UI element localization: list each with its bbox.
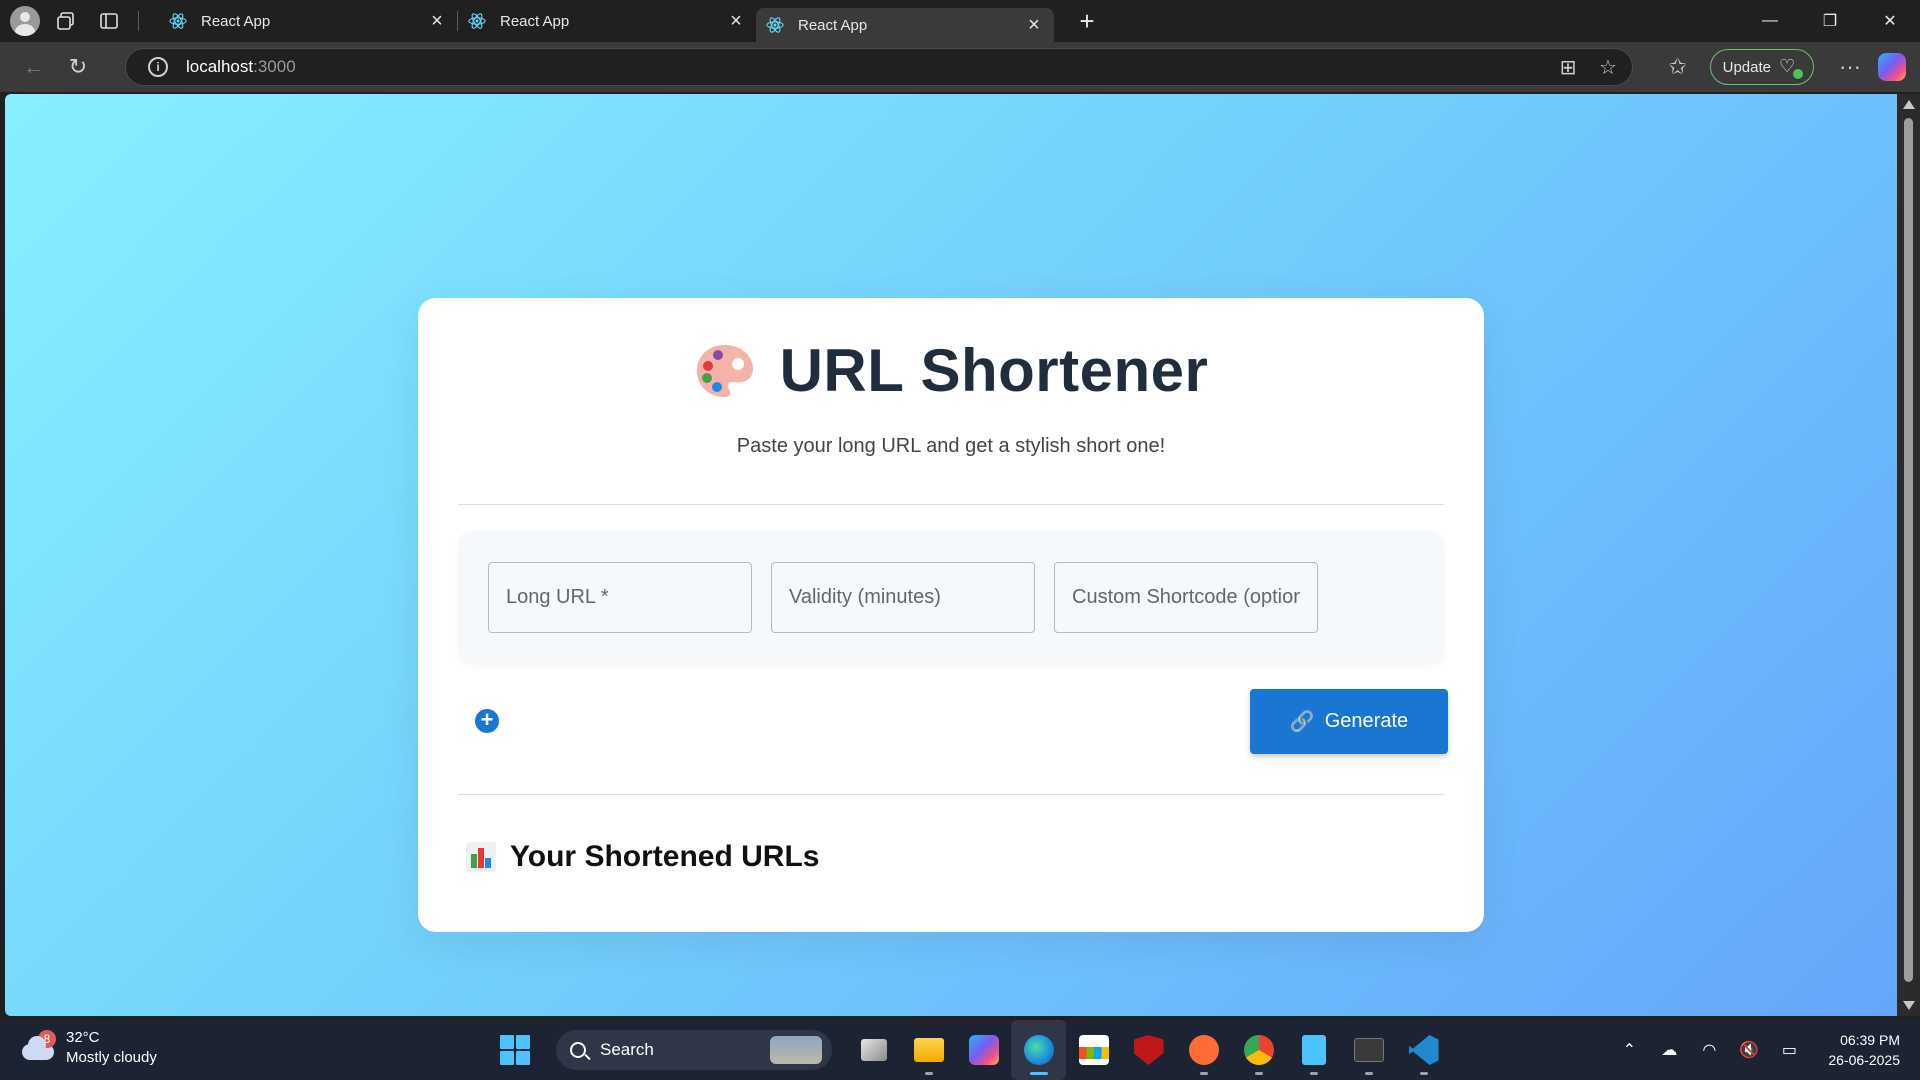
section-title: Your Shortened URLs: [510, 840, 820, 873]
notification-badge: 8: [38, 1030, 56, 1048]
tab-separator: [138, 11, 139, 31]
scroll-down-icon[interactable]: [1903, 1001, 1915, 1010]
update-label: Update: [1722, 58, 1771, 76]
address-host: localhost: [186, 57, 254, 76]
title-row: URL Shortener: [418, 336, 1484, 405]
weather-condition: Mostly cloudy: [66, 1049, 157, 1066]
back-button[interactable]: ←: [14, 47, 54, 87]
more-menu-icon[interactable]: ···: [1830, 47, 1870, 87]
tab-title: React App: [201, 12, 271, 30]
close-window-button[interactable]: ✕: [1860, 0, 1920, 42]
search-highlight-image: [770, 1036, 822, 1064]
mcafee-icon[interactable]: [1121, 1020, 1176, 1080]
page-viewport: URL Shortener Paste your long URL and ge…: [5, 94, 1897, 1016]
postman-icon[interactable]: [1176, 1020, 1231, 1080]
link-icon: 🔗: [1289, 711, 1315, 733]
search-label: Search: [600, 1040, 654, 1059]
profile-button[interactable]: [8, 4, 42, 38]
onedrive-icon[interactable]: ☁: [1654, 1040, 1684, 1060]
close-icon[interactable]: ×: [427, 10, 447, 33]
wifi-icon[interactable]: ◠: [1694, 1040, 1724, 1060]
minimize-button[interactable]: —: [1740, 0, 1800, 42]
taskbar-apps: Search: [500, 1020, 1451, 1080]
system-tray: ⌃ ☁ ◠ 🔇 ▭ 06:39 PM 26-06-2025: [1614, 1020, 1900, 1080]
reload-button[interactable]: ↻: [58, 47, 98, 87]
favorites-icon[interactable]: ✩: [1658, 47, 1698, 87]
scroll-up-icon[interactable]: [1903, 100, 1915, 109]
react-icon: [169, 13, 187, 29]
add-url-button[interactable]: +: [475, 709, 499, 733]
validity-input[interactable]: [771, 562, 1035, 633]
address-bar[interactable]: i localhost:3000 ⊞ ☆: [125, 48, 1633, 86]
long-url-input[interactable]: [488, 562, 752, 633]
clock-date: 26-06-2025: [1828, 1052, 1900, 1068]
copilot-icon[interactable]: [1878, 53, 1906, 81]
tab-react-app-3-active[interactable]: React App ×: [756, 8, 1054, 42]
clock-time: 06:39 PM: [1840, 1032, 1900, 1048]
divider: [458, 794, 1444, 795]
notepad-icon[interactable]: [1286, 1020, 1341, 1080]
clock[interactable]: 06:39 PM 26-06-2025: [1828, 1030, 1900, 1070]
close-icon[interactable]: ×: [1024, 14, 1044, 37]
health-heart-icon: ♡: [1779, 56, 1803, 79]
react-icon: [766, 17, 784, 33]
avatar: [10, 6, 40, 36]
weather-temp: 32°C: [66, 1029, 100, 1046]
new-tab-button[interactable]: +: [1072, 6, 1102, 37]
file-explorer-icon[interactable]: [901, 1020, 956, 1080]
windows-taskbar: 8 32°C Mostly cloudy Search ⌃ ☁ ◠ 🔇 ▭ 06…: [0, 1020, 1920, 1080]
tab-react-app-1[interactable]: React App ×: [159, 4, 457, 38]
search-icon: [570, 1042, 586, 1058]
page-scrollbar[interactable]: [1897, 94, 1920, 1016]
site-info-icon[interactable]: i: [148, 57, 168, 77]
react-icon: [468, 13, 486, 29]
divider: [458, 504, 1444, 505]
apps-icon[interactable]: ⊞: [1554, 53, 1582, 81]
tab-title: React App: [798, 16, 868, 34]
chevron-up-icon[interactable]: ⌃: [1614, 1040, 1644, 1060]
shortened-urls-header: Your Shortened URLs: [466, 840, 819, 874]
edge-icon[interactable]: [1011, 1020, 1066, 1080]
generate-button[interactable]: 🔗 Generate: [1250, 689, 1448, 754]
favorite-star-icon[interactable]: ☆: [1594, 53, 1622, 81]
bar-chart-icon: [466, 842, 496, 872]
task-view-icon[interactable]: [846, 1020, 901, 1080]
workspaces-icon[interactable]: [50, 4, 84, 38]
volume-muted-icon[interactable]: 🔇: [1734, 1040, 1764, 1060]
browser-tab-strip: React App × React App × React App × + — …: [0, 0, 1920, 42]
shortener-card: URL Shortener Paste your long URL and ge…: [418, 298, 1484, 932]
weather-widget[interactable]: 8 32°C Mostly cloudy: [20, 1028, 157, 1068]
tab-title: React App: [500, 12, 570, 30]
tab-react-app-2[interactable]: React App ×: [458, 4, 756, 38]
taskbar-search[interactable]: Search: [556, 1030, 832, 1070]
scrollbar-thumb[interactable]: [1904, 118, 1913, 982]
page-title: URL Shortener: [779, 337, 1209, 404]
browser-toolbar: ← ↻ i localhost:3000 ⊞ ☆ ✩ Update ♡ ···: [0, 42, 1920, 92]
microsoft-store-icon[interactable]: [1066, 1020, 1121, 1080]
cloud-icon: 8: [20, 1030, 56, 1060]
window-controls: — ❐ ✕: [1740, 0, 1920, 42]
restore-button[interactable]: ❐: [1800, 0, 1860, 42]
close-icon[interactable]: ×: [726, 10, 746, 33]
vertical-tabs-icon[interactable]: [92, 4, 126, 38]
chrome-icon[interactable]: [1231, 1020, 1286, 1080]
page-subtitle: Paste your long URL and get a stylish sh…: [736, 435, 1166, 457]
start-button[interactable]: [500, 1035, 530, 1065]
update-button[interactable]: Update ♡: [1709, 49, 1814, 85]
url-form-panel: [458, 531, 1444, 664]
generate-label: Generate: [1324, 710, 1409, 732]
custom-shortcode-input[interactable]: [1054, 562, 1318, 633]
vscode-icon[interactable]: [1396, 1020, 1451, 1080]
terminal-icon[interactable]: [1341, 1020, 1396, 1080]
palette-icon: [696, 344, 753, 397]
address-port: :3000: [253, 57, 296, 76]
battery-icon[interactable]: ▭: [1774, 1040, 1804, 1060]
copilot-app-icon[interactable]: [956, 1020, 1011, 1080]
